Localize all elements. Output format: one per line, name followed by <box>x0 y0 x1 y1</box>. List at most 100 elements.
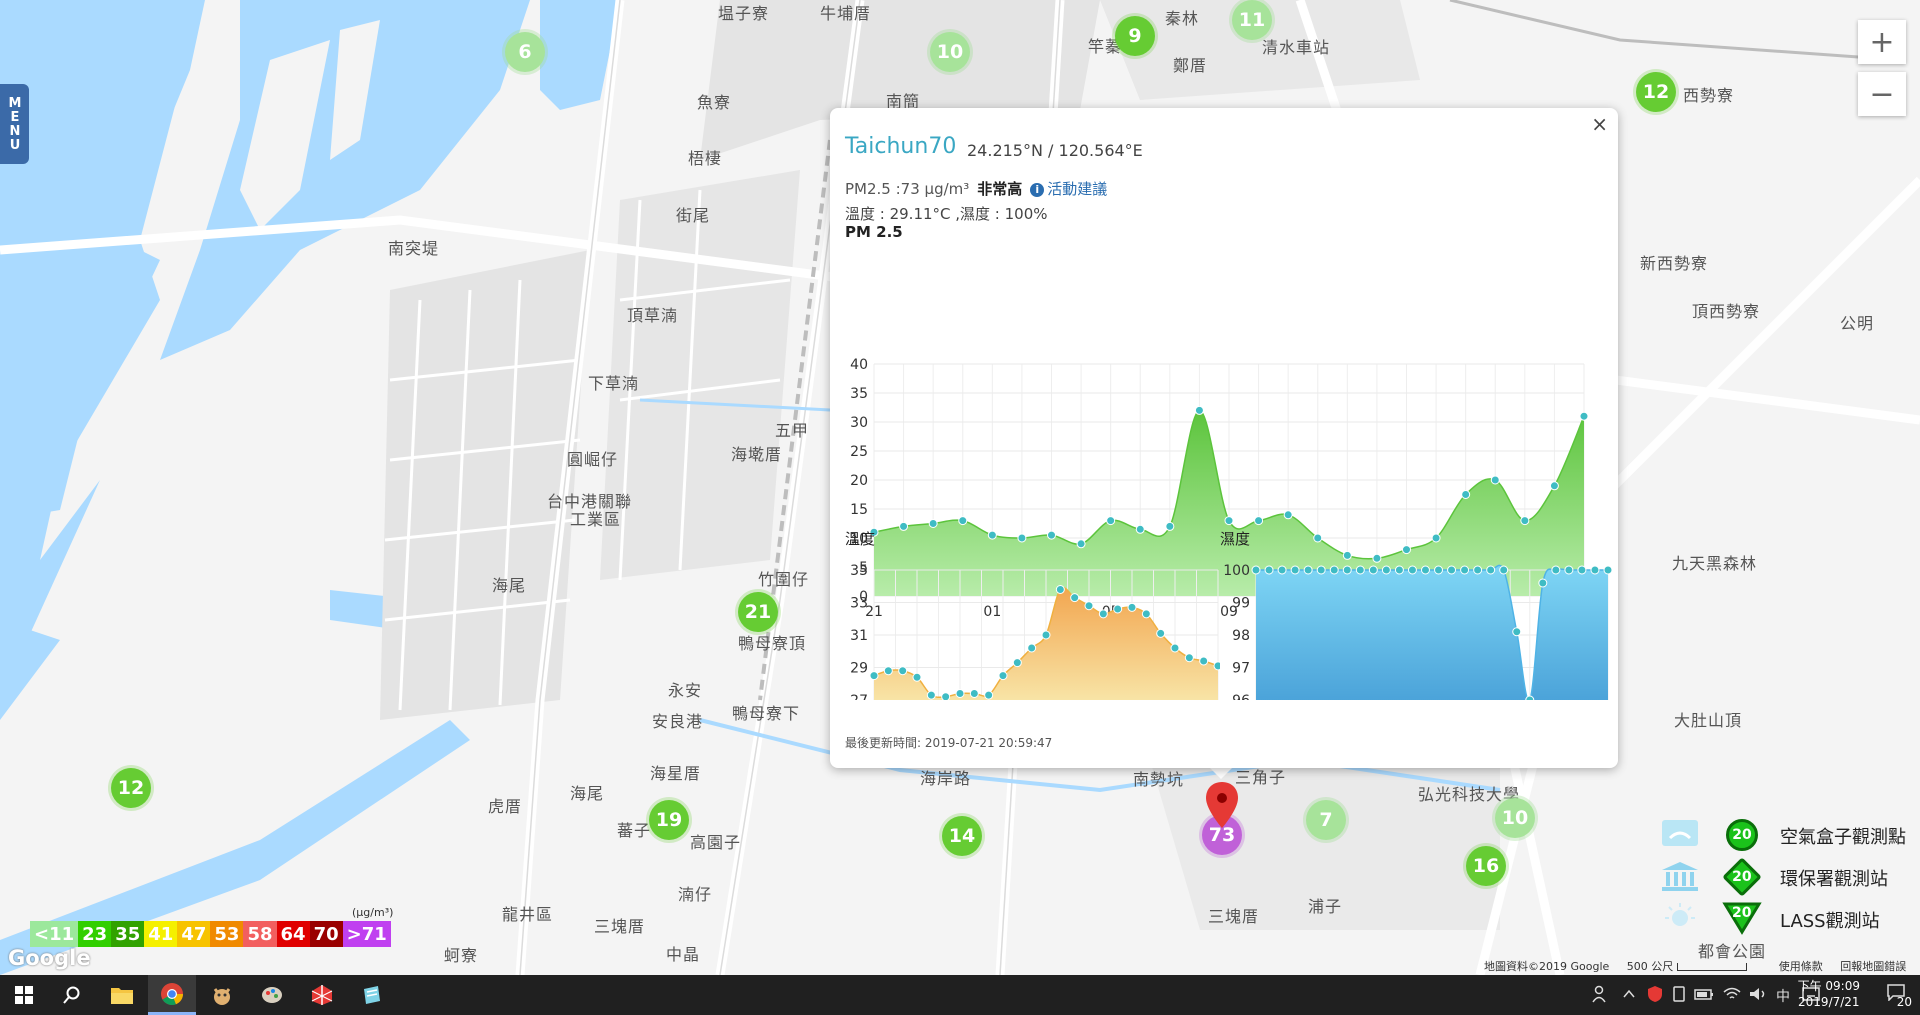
app-button-4[interactable] <box>348 975 396 1015</box>
activity-advice-link[interactable]: 活動建議 <box>1047 180 1107 198</box>
legend-lass[interactable]: 20 LASS觀測站 <box>1652 897 1920 939</box>
map-canvas[interactable]: 塭子寮 牛埔厝 秦林 鄭厝 清水車站 竿蓁 魚寮 南簡 西勢寮 梧棲 街尾 南突堤 新西勢寮 頂西勢寮 公明… <box>0 0 1920 975</box>
y-tick-label: 35 <box>850 563 868 579</box>
data-point <box>1431 533 1441 543</box>
map-place-label: 竹圍仔 <box>758 570 810 589</box>
station-cluster-marker[interactable]: 16 <box>1466 846 1506 886</box>
legend-airbox-badge: 20 <box>1726 819 1758 851</box>
close-icon[interactable]: × <box>1591 112 1608 136</box>
data-point <box>1473 565 1483 575</box>
data-point <box>1520 516 1530 526</box>
station-cluster-marker[interactable]: 6 <box>505 32 545 72</box>
sun-icon <box>1665 903 1695 926</box>
info-icon[interactable]: i <box>1030 183 1045 197</box>
station-name: Taichun70 <box>845 134 957 159</box>
pm-scale-cell: <11 <box>30 921 79 947</box>
people-icon[interactable] <box>1592 985 1608 1003</box>
security-icon[interactable] <box>1646 985 1664 1003</box>
data-point <box>1290 565 1300 575</box>
map-pin-icon[interactable] <box>1205 782 1239 828</box>
y-tick-label: 96 <box>1232 693 1250 700</box>
app-button-3[interactable] <box>298 975 346 1015</box>
data-point <box>928 519 938 528</box>
map-place-label: 三塊厝 <box>594 917 646 936</box>
data-point <box>958 516 968 526</box>
station-coords: 24.215°N / 120.564°E <box>967 141 1143 160</box>
station-cluster-marker[interactable]: 10 <box>930 32 970 72</box>
chart-area <box>1256 565 1608 700</box>
temp-humidity-reading: 溫度 : 29.11°C ,濕度 : 100% <box>845 205 1048 223</box>
y-tick-label: 98 <box>1232 628 1250 644</box>
data-point <box>1017 533 1027 543</box>
data-point <box>1603 565 1613 575</box>
station-popup: × Taichun70 24.215°N / 120.564°E PM2.5 :… <box>830 108 1618 768</box>
file-explorer-button[interactable] <box>98 975 146 1015</box>
station-cluster-marker[interactable]: 19 <box>649 800 689 840</box>
humidity-chart: 96 97 98 99 100 <box>1223 563 1613 700</box>
data-point <box>1165 521 1175 531</box>
usb-icon[interactable] <box>1670 985 1688 1003</box>
search-icon <box>63 986 80 1004</box>
station-cluster-marker[interactable]: 14 <box>942 816 982 856</box>
map-place-label: 中晶 <box>666 945 701 964</box>
pm-scale-cell: 70 <box>309 921 343 947</box>
map-copyright: 地圖資料©2019 Google <box>1484 960 1610 973</box>
app-button-2[interactable] <box>248 975 296 1015</box>
chevron-up-icon[interactable] <box>1622 985 1636 1003</box>
terms-link[interactable]: 使用條款 <box>1779 960 1823 973</box>
paint-app-icon <box>262 987 282 1003</box>
data-point <box>1224 516 1234 526</box>
station-cluster-marker[interactable]: 12 <box>111 768 151 808</box>
station-cluster-marker[interactable]: 7 <box>1306 800 1346 840</box>
map-place-label: 牛埔厝 <box>820 4 872 23</box>
station-cluster-marker[interactable]: 10 <box>1495 798 1535 838</box>
map-place-label: 街尾 <box>676 206 711 225</box>
action-center-button[interactable]: 20 <box>1882 981 1912 1009</box>
map-place-label: 海岸路 <box>920 769 972 788</box>
y-tick-label: 15 <box>850 502 868 518</box>
chrome-button[interactable] <box>148 975 196 1015</box>
station-cluster-marker[interactable]: 9 <box>1115 16 1155 56</box>
system-clock[interactable]: 下午 09:09 2019/7/21 <box>1798 978 1860 1010</box>
data-point <box>1141 609 1151 619</box>
data-point <box>899 521 909 531</box>
chrome-icon <box>161 982 183 1005</box>
map-place-label: 九天黑森林 <box>1672 554 1758 573</box>
y-tick-label: 100 <box>1223 563 1250 579</box>
data-point <box>1355 565 1365 575</box>
data-point <box>1047 530 1056 540</box>
map-place-label: 五甲 <box>775 421 810 440</box>
map-place-label: 安良港 <box>652 712 704 731</box>
menu-tab[interactable]: MENU <box>0 84 29 164</box>
3d-app-icon <box>311 985 333 1005</box>
folder-icon <box>111 988 133 1004</box>
station-cluster-marker[interactable]: 21 <box>738 592 778 632</box>
data-point <box>869 671 879 681</box>
report-error-link[interactable]: 回報地圖錯誤 <box>1840 960 1906 973</box>
battery-icon[interactable] <box>1694 985 1714 1003</box>
station-cluster-marker[interactable]: 12 <box>1636 72 1676 112</box>
ime-indicator[interactable]: 中 <box>1776 986 1790 1006</box>
start-button[interactable] <box>0 975 48 1015</box>
search-button[interactable] <box>48 975 96 1015</box>
wifi-icon[interactable] <box>1722 985 1742 1003</box>
map-place-label: 西勢寮 <box>1683 86 1735 105</box>
zoom-out-button[interactable]: − <box>1858 72 1906 116</box>
zoom-in-button[interactable]: + <box>1858 20 1906 64</box>
data-point <box>1329 565 1339 575</box>
data-point <box>1316 565 1326 575</box>
map-place-label: 海尾 <box>492 576 527 595</box>
map-place-label: 蚵寮 <box>444 946 479 965</box>
station-cluster-marker[interactable]: 11 <box>1232 0 1272 40</box>
taskbar: 中 下午 09:09 2019/7/21 20 <box>0 975 1920 1015</box>
app-button-1[interactable] <box>198 975 246 1015</box>
notes-app-icon <box>364 986 380 1004</box>
legend-airbox[interactable]: 20 空氣盒子觀測點 <box>1652 813 1920 855</box>
legend-epa[interactable]: 20 環保署觀測站 <box>1652 855 1920 897</box>
y-tick-label: 40 <box>850 357 868 373</box>
data-point <box>1027 643 1037 653</box>
map-place-label: 圓崛仔 <box>567 450 619 469</box>
data-point <box>1194 405 1204 415</box>
volume-icon[interactable] <box>1748 985 1768 1003</box>
data-point <box>1434 565 1444 575</box>
